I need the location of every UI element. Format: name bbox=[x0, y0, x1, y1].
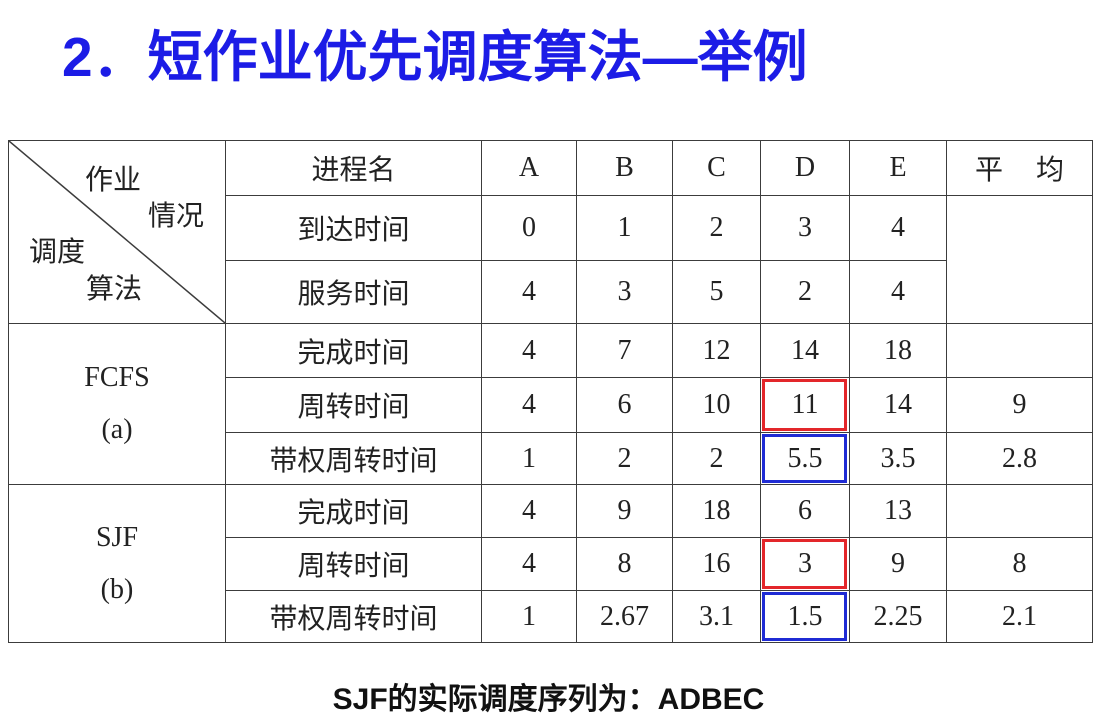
value-text: 3 bbox=[798, 548, 812, 579]
corner-label-info: 情况 bbox=[148, 201, 205, 232]
value-cell: 0 bbox=[481, 195, 577, 261]
value-cell: 2 bbox=[672, 432, 761, 485]
value-cell: 8 bbox=[576, 537, 673, 591]
average-cell: 9 bbox=[946, 377, 1093, 433]
corner-header-cell: 作业 情况 调度 算法 bbox=[8, 140, 226, 324]
value-text: 5.5 bbox=[787, 442, 823, 474]
process-header: A bbox=[481, 140, 577, 196]
value-cell: 2 bbox=[760, 260, 850, 324]
average-cell-empty bbox=[946, 195, 1093, 324]
row-label: 周转时间 bbox=[225, 537, 482, 591]
algorithm-tag: (a) bbox=[101, 414, 133, 445]
algorithm-tag: (b) bbox=[100, 573, 134, 605]
value-cell: 2.67 bbox=[576, 590, 673, 643]
value-cell: 14 bbox=[849, 377, 947, 433]
row-label: 完成时间 bbox=[225, 484, 482, 538]
algorithm-cell-sjf: SJF (b) bbox=[8, 484, 226, 643]
algorithm-name: FCFS bbox=[84, 362, 150, 393]
value-text: 1.5 bbox=[787, 600, 823, 632]
value-cell: 14 bbox=[760, 323, 850, 378]
value-cell: 3 bbox=[760, 195, 850, 261]
value-cell: 16 bbox=[672, 537, 761, 591]
value-cell: 6 bbox=[760, 484, 850, 538]
value-cell: 3.5 bbox=[849, 432, 947, 485]
value-cell: 4 bbox=[481, 484, 577, 538]
average-cell: 2.8 bbox=[946, 432, 1093, 485]
value-cell: 4 bbox=[481, 260, 577, 324]
average-header: 平 均 bbox=[946, 140, 1093, 196]
value-cell: 2 bbox=[576, 432, 673, 485]
row-label: 带权周转时间 bbox=[225, 432, 482, 485]
algorithm-cell-fcfs: FCFS (a) bbox=[8, 323, 226, 485]
process-header: C bbox=[672, 140, 761, 196]
average-cell-empty bbox=[946, 323, 1093, 378]
process-name-header: 进程名 bbox=[225, 140, 482, 196]
fcfs-completion-row: FCFS (a) 完成时间 4 7 12 14 18 bbox=[8, 323, 1093, 485]
value-cell-highlighted: 11 bbox=[760, 377, 850, 433]
scheduling-comparison-table: 作业 情况 调度 算法 进程名 A B C D E 平 均 到达时间 0 1 2… bbox=[8, 140, 1093, 643]
value-cell-highlighted: 1.5 bbox=[760, 590, 850, 643]
value-cell: 2 bbox=[672, 195, 761, 261]
schedule-sequence-note: SJF的实际调度序列为：ADBEC bbox=[332, 683, 765, 716]
value-cell: 18 bbox=[849, 323, 947, 378]
value-cell: 18 bbox=[672, 484, 761, 538]
value-cell-highlighted: 3 bbox=[760, 537, 850, 591]
sjf-completion-row: SJF (b) 完成时间 4 9 18 6 13 bbox=[8, 484, 1093, 643]
header-row: 作业 情况 调度 算法 进程名 A B C D E 平 均 bbox=[8, 140, 1093, 324]
corner-label-job: 作业 bbox=[85, 165, 142, 196]
value-cell: 12 bbox=[672, 323, 761, 378]
value-cell: 1 bbox=[481, 590, 577, 643]
value-cell: 1 bbox=[576, 195, 673, 261]
average-cell-empty bbox=[946, 484, 1093, 538]
row-label: 完成时间 bbox=[225, 323, 482, 378]
process-header: B bbox=[576, 140, 673, 196]
row-label: 到达时间 bbox=[225, 195, 482, 261]
value-cell: 5 bbox=[672, 260, 761, 324]
row-label: 服务时间 bbox=[225, 260, 482, 324]
value-cell: 1 bbox=[481, 432, 577, 485]
value-cell: 3 bbox=[576, 260, 673, 324]
value-cell: 13 bbox=[849, 484, 947, 538]
value-cell-highlighted: 5.5 bbox=[760, 432, 850, 485]
corner-label-algorithm: 算法 bbox=[86, 274, 143, 305]
average-cell: 2.1 bbox=[946, 590, 1093, 643]
value-cell: 6 bbox=[576, 377, 673, 433]
algorithm-name: SJF bbox=[95, 521, 139, 553]
value-cell: 9 bbox=[576, 484, 673, 538]
process-header: E bbox=[849, 140, 947, 196]
value-cell: 4 bbox=[481, 323, 577, 378]
average-cell: 8 bbox=[946, 537, 1093, 591]
value-text: 11 bbox=[791, 389, 819, 420]
process-header: D bbox=[760, 140, 850, 196]
value-cell: 4 bbox=[849, 195, 947, 261]
value-cell: 9 bbox=[849, 537, 947, 591]
corner-label-scheduling: 调度 bbox=[29, 237, 86, 268]
row-label: 带权周转时间 bbox=[225, 590, 482, 643]
value-cell: 7 bbox=[576, 323, 673, 378]
value-cell: 4 bbox=[849, 260, 947, 324]
value-cell: 2.25 bbox=[849, 590, 947, 643]
value-cell: 4 bbox=[481, 537, 577, 591]
value-cell: 3.1 bbox=[672, 590, 761, 643]
row-label: 周转时间 bbox=[225, 377, 482, 433]
slide: 2．短作业优先调度算法—举例 作业 情况 调度 算法 进程名 A B C D E… bbox=[0, 0, 1097, 722]
value-cell: 4 bbox=[481, 377, 577, 433]
slide-title: 2．短作业优先调度算法—举例 bbox=[62, 26, 808, 88]
value-cell: 10 bbox=[672, 377, 761, 433]
